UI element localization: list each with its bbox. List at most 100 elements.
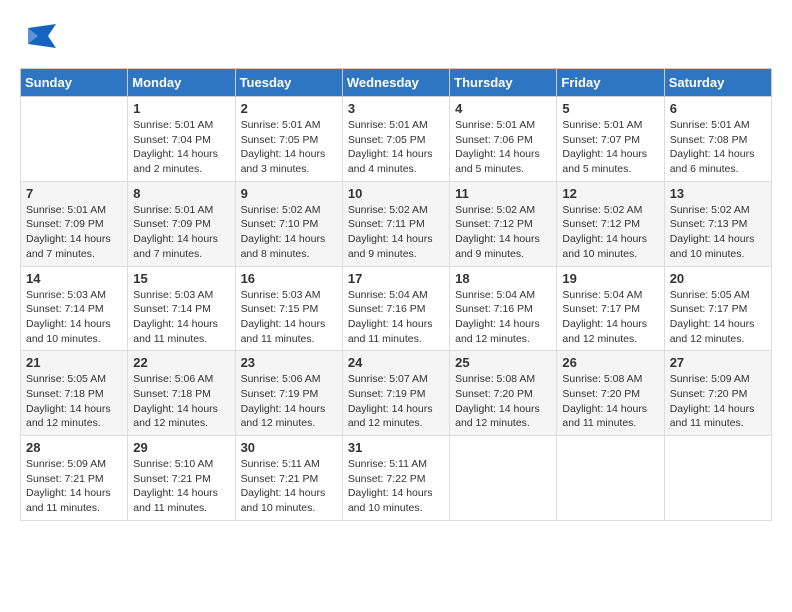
calendar-cell: 17Sunrise: 5:04 AM Sunset: 7:16 PM Dayli… [342,266,449,351]
page-header [20,20,772,58]
day-info: Sunrise: 5:01 AM Sunset: 7:04 PM Dayligh… [133,118,229,177]
day-info: Sunrise: 5:01 AM Sunset: 7:08 PM Dayligh… [670,118,766,177]
day-info: Sunrise: 5:10 AM Sunset: 7:21 PM Dayligh… [133,457,229,516]
day-info: Sunrise: 5:02 AM Sunset: 7:13 PM Dayligh… [670,203,766,262]
day-info: Sunrise: 5:08 AM Sunset: 7:20 PM Dayligh… [562,372,658,431]
day-info: Sunrise: 5:02 AM Sunset: 7:11 PM Dayligh… [348,203,444,262]
day-info: Sunrise: 5:01 AM Sunset: 7:09 PM Dayligh… [133,203,229,262]
day-number: 26 [562,355,658,370]
calendar-week-4: 21 Sunrise: 5:05 AM Sunset: 7:18 PM Dayli… [21,351,772,436]
calendar-cell [450,436,557,521]
day-number: 21 [26,355,122,370]
calendar-cell: 22 Sunrise: 5:06 AM Sunset: 7:18 PM Dayli… [128,351,235,436]
day-number: 28 [26,440,122,455]
day-number: 18 [455,271,551,286]
day-info: Sunrise: 5:05 AM Sunset: 7:18 PM Dayligh… [26,372,122,431]
day-number: 27 [670,355,766,370]
day-info: Sunrise: 5:11 AM Sunset: 7:22 PM Dayligh… [348,457,444,516]
calendar-cell: 6 Sunrise: 5:01 AM Sunset: 7:08 PM Daylig… [664,97,771,182]
day-header-saturday: Saturday [664,69,771,97]
day-info: Sunrise: 5:06 AM Sunset: 7:19 PM Dayligh… [241,372,337,431]
calendar-cell: 4 Sunrise: 5:01 AM Sunset: 7:06 PM Daylig… [450,97,557,182]
day-number: 3 [348,101,444,116]
calendar-cell: 7Sunrise: 5:01 AM Sunset: 7:09 PM Daylig… [21,181,128,266]
day-info: Sunrise: 5:01 AM Sunset: 7:05 PM Dayligh… [348,118,444,177]
day-header-tuesday: Tuesday [235,69,342,97]
day-number: 31 [348,440,444,455]
calendar-cell: 18 Sunrise: 5:04 AM Sunset: 7:16 PM Dayli… [450,266,557,351]
calendar-week-5: 28 Sunrise: 5:09 AM Sunset: 7:21 PM Dayli… [21,436,772,521]
calendar-cell: 12Sunrise: 5:02 AM Sunset: 7:12 PM Dayli… [557,181,664,266]
calendar-cell: 23 Sunrise: 5:06 AM Sunset: 7:19 PM Dayli… [235,351,342,436]
calendar-cell: 10 Sunrise: 5:02 AM Sunset: 7:11 PM Dayli… [342,181,449,266]
calendar-week-2: 7 Sunrise: 5:01 AM Sunset: 7:09 PM Daylig… [21,181,772,266]
day-number: 24 [348,355,444,370]
day-number: 19 [562,271,658,286]
day-info: Sunrise: 5:01 AM Sunset: 7:06 PM Dayligh… [455,118,551,177]
calendar-cell: 31 Sunrise: 5:11 AM Sunset: 7:22 PM Dayli… [342,436,449,521]
day-header-friday: Friday [557,69,664,97]
day-info: Sunrise: 5:05 AM Sunset: 7:17 PM Dayligh… [670,288,766,347]
calendar-cell: 27 Sunrise: 5:09 AM Sunset: 7:20 PM Dayli… [664,351,771,436]
calendar-cell: 21 Sunrise: 5:05 AM Sunset: 7:18 PM Dayli… [21,351,128,436]
day-number: 10 [348,186,444,201]
calendar-cell: 19 Sunrise: 5:04 AM Sunset: 7:17 PM Dayli… [557,266,664,351]
day-header-thursday: Thursday [450,69,557,97]
calendar-cell: 26 Sunrise: 5:08 AM Sunset: 7:20 PM Dayli… [557,351,664,436]
day-header-wednesday: Wednesday [342,69,449,97]
calendar-cell: 11Sunrise: 5:02 AM Sunset: 7:12 PM Dayli… [450,181,557,266]
day-info: Sunrise: 5:04 AM Sunset: 7:17 PM Dayligh… [562,288,658,347]
calendar-cell: 25Sunrise: 5:08 AM Sunset: 7:20 PM Dayli… [450,351,557,436]
calendar-cell: 15 Sunrise: 5:03 AM Sunset: 7:14 PM Dayli… [128,266,235,351]
day-number: 5 [562,101,658,116]
day-info: Sunrise: 5:04 AM Sunset: 7:16 PM Dayligh… [455,288,551,347]
calendar-cell: 29 Sunrise: 5:10 AM Sunset: 7:21 PM Dayli… [128,436,235,521]
day-info: Sunrise: 5:02 AM Sunset: 7:12 PM Dayligh… [562,203,658,262]
day-info: Sunrise: 5:01 AM Sunset: 7:07 PM Dayligh… [562,118,658,177]
day-info: Sunrise: 5:03 AM Sunset: 7:14 PM Dayligh… [26,288,122,347]
calendar-cell [664,436,771,521]
calendar-cell: 8 Sunrise: 5:01 AM Sunset: 7:09 PM Daylig… [128,181,235,266]
day-number: 29 [133,440,229,455]
day-number: 22 [133,355,229,370]
calendar-cell [21,97,128,182]
calendar-cell: 9 Sunrise: 5:02 AM Sunset: 7:10 PM Daylig… [235,181,342,266]
logo-icon [20,20,58,58]
day-number: 7 [26,186,122,201]
day-info: Sunrise: 5:07 AM Sunset: 7:19 PM Dayligh… [348,372,444,431]
logo [20,20,62,58]
day-number: 25 [455,355,551,370]
day-number: 4 [455,101,551,116]
day-number: 16 [241,271,337,286]
day-info: Sunrise: 5:06 AM Sunset: 7:18 PM Dayligh… [133,372,229,431]
calendar-table: SundayMondayTuesdayWednesdayThursdayFrid… [20,68,772,521]
day-number: 15 [133,271,229,286]
day-info: Sunrise: 5:11 AM Sunset: 7:21 PM Dayligh… [241,457,337,516]
day-info: Sunrise: 5:01 AM Sunset: 7:05 PM Dayligh… [241,118,337,177]
day-info: Sunrise: 5:09 AM Sunset: 7:21 PM Dayligh… [26,457,122,516]
day-info: Sunrise: 5:09 AM Sunset: 7:20 PM Dayligh… [670,372,766,431]
calendar-header-row: SundayMondayTuesdayWednesdayThursdayFrid… [21,69,772,97]
calendar-week-1: 1 Sunrise: 5:01 AM Sunset: 7:04 PM Daylig… [21,97,772,182]
day-info: Sunrise: 5:02 AM Sunset: 7:10 PM Dayligh… [241,203,337,262]
day-number: 9 [241,186,337,201]
day-number: 14 [26,271,122,286]
day-number: 1 [133,101,229,116]
day-info: Sunrise: 5:03 AM Sunset: 7:14 PM Dayligh… [133,288,229,347]
day-header-sunday: Sunday [21,69,128,97]
day-number: 23 [241,355,337,370]
calendar-cell: 28 Sunrise: 5:09 AM Sunset: 7:21 PM Dayli… [21,436,128,521]
day-header-monday: Monday [128,69,235,97]
calendar-cell: 2Sunrise: 5:01 AM Sunset: 7:05 PM Daylig… [235,97,342,182]
calendar-cell: 13Sunrise: 5:02 AM Sunset: 7:13 PM Dayli… [664,181,771,266]
day-info: Sunrise: 5:03 AM Sunset: 7:15 PM Dayligh… [241,288,337,347]
calendar-cell: 1 Sunrise: 5:01 AM Sunset: 7:04 PM Daylig… [128,97,235,182]
day-number: 6 [670,101,766,116]
day-info: Sunrise: 5:04 AM Sunset: 7:16 PM Dayligh… [348,288,444,347]
calendar-cell: 30Sunrise: 5:11 AM Sunset: 7:21 PM Dayli… [235,436,342,521]
calendar-cell: 3 Sunrise: 5:01 AM Sunset: 7:05 PM Daylig… [342,97,449,182]
day-number: 8 [133,186,229,201]
calendar-cell: 24 Sunrise: 5:07 AM Sunset: 7:19 PM Dayli… [342,351,449,436]
calendar-week-3: 14 Sunrise: 5:03 AM Sunset: 7:14 PM Dayli… [21,266,772,351]
calendar-cell: 16 Sunrise: 5:03 AM Sunset: 7:15 PM Dayli… [235,266,342,351]
